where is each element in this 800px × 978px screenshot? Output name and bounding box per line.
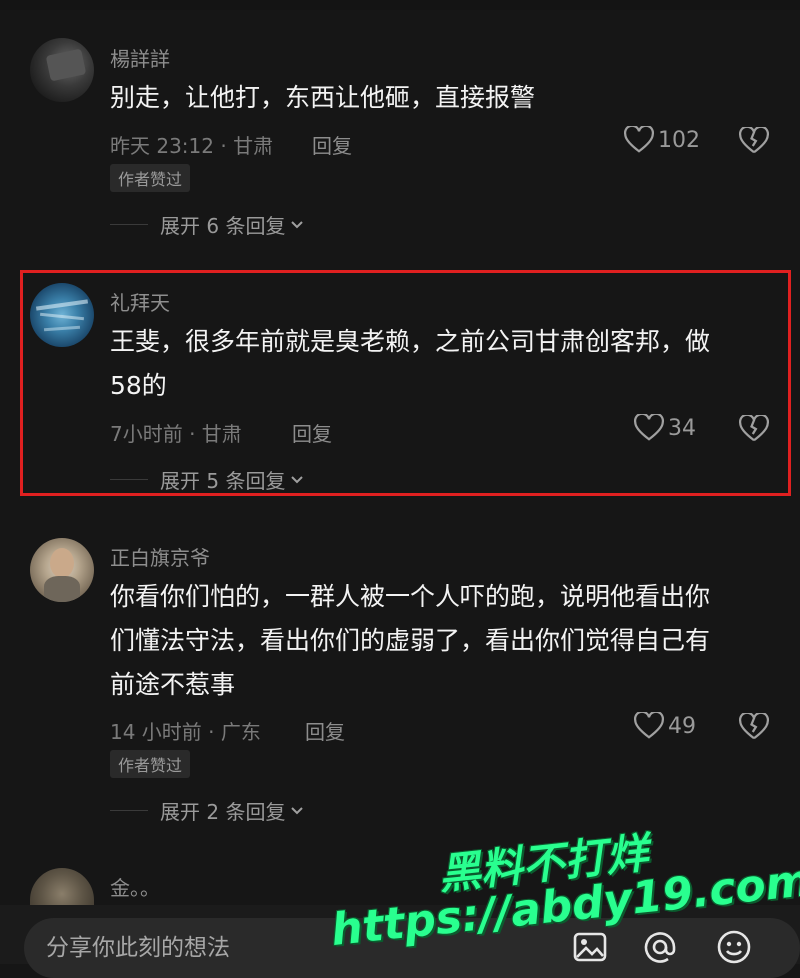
at-icon xyxy=(644,932,676,963)
avatar[interactable] xyxy=(30,868,94,905)
image-button[interactable] xyxy=(572,929,608,969)
emoji-icon xyxy=(717,930,751,964)
comment-4: 金。。 xyxy=(0,0,800,905)
comment-username[interactable]: 金。。 xyxy=(110,872,160,901)
emoji-button[interactable] xyxy=(716,929,752,969)
image-icon xyxy=(573,932,607,962)
mention-button[interactable] xyxy=(642,929,678,969)
